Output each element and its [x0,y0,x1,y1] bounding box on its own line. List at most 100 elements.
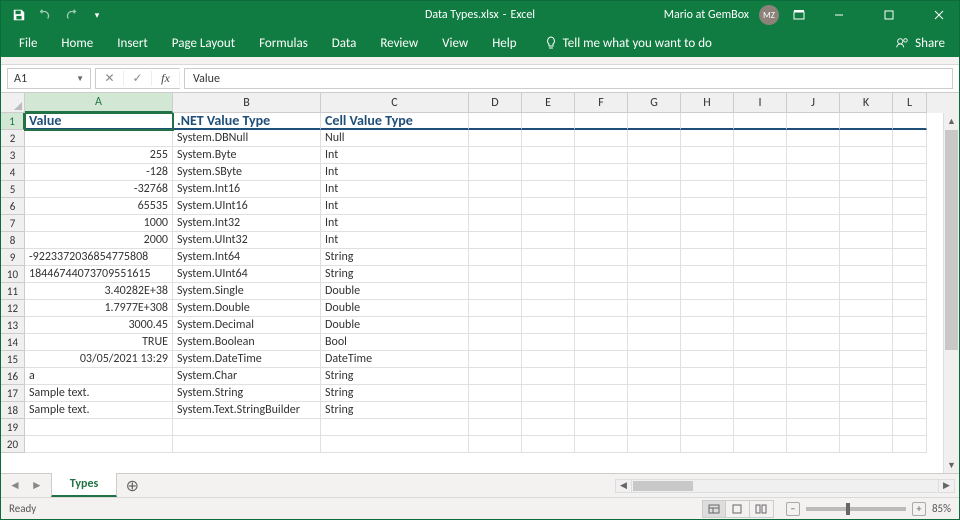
cell[interactable] [893,419,927,436]
cell[interactable] [469,419,522,436]
cell[interactable] [522,334,575,351]
cell[interactable] [681,266,734,283]
cell[interactable] [734,419,787,436]
cell[interactable] [681,198,734,215]
cell[interactable] [469,181,522,198]
cell[interactable] [734,385,787,402]
cell[interactable] [522,266,575,283]
cell[interactable] [681,215,734,232]
cell[interactable] [173,419,321,436]
cell[interactable] [787,436,840,453]
redo-icon[interactable] [63,7,79,23]
row-header[interactable]: 1 [1,113,25,130]
cell[interactable]: -32768 [25,181,173,198]
cell[interactable] [469,215,522,232]
column-header[interactable]: J [787,93,840,113]
cell[interactable] [575,232,628,249]
cell[interactable] [787,317,840,334]
cell[interactable]: System.Boolean [173,334,321,351]
cell[interactable] [575,198,628,215]
cell[interactable] [787,334,840,351]
row-header[interactable]: 15 [1,351,25,368]
cell[interactable] [575,266,628,283]
cell[interactable] [628,317,681,334]
row-header[interactable]: 5 [1,181,25,198]
cell[interactable] [840,334,893,351]
cell[interactable] [734,113,787,130]
cell[interactable] [681,147,734,164]
cell[interactable]: Int [321,181,469,198]
chevron-down-icon[interactable]: ▼ [76,74,84,84]
cell[interactable] [893,385,927,402]
cell[interactable] [522,181,575,198]
cell[interactable] [575,130,628,147]
cell[interactable] [840,215,893,232]
cell[interactable] [734,147,787,164]
cell[interactable] [893,198,927,215]
cell[interactable] [469,300,522,317]
cell[interactable] [522,130,575,147]
cell[interactable]: Int [321,215,469,232]
cell[interactable] [840,368,893,385]
cell[interactable] [734,300,787,317]
cell[interactable] [840,249,893,266]
cell[interactable] [893,334,927,351]
cell[interactable]: Null [321,130,469,147]
cell[interactable] [893,317,927,334]
cell[interactable]: String [321,266,469,283]
cell[interactable] [787,198,840,215]
cell[interactable]: -9223372036854775808 [25,249,173,266]
row-header[interactable]: 10 [1,266,25,283]
cell[interactable] [734,317,787,334]
cell[interactable] [628,232,681,249]
column-header[interactable]: C [321,93,469,113]
cell[interactable] [681,181,734,198]
cell[interactable] [522,436,575,453]
cell[interactable] [522,368,575,385]
cell[interactable] [575,147,628,164]
cell[interactable] [469,232,522,249]
cell[interactable] [893,436,927,453]
cell[interactable]: System.UInt64 [173,266,321,283]
cell[interactable] [893,300,927,317]
cell[interactable] [469,266,522,283]
cell[interactable] [469,147,522,164]
column-header[interactable]: L [893,93,927,113]
cell[interactable] [734,402,787,419]
cell[interactable] [681,385,734,402]
cell[interactable]: System.UInt16 [173,198,321,215]
cell[interactable] [628,147,681,164]
cell[interactable] [840,402,893,419]
row-header[interactable]: 20 [1,436,25,453]
column-header[interactable]: H [681,93,734,113]
cell[interactable] [522,419,575,436]
cell[interactable] [787,402,840,419]
cell[interactable] [734,232,787,249]
cell[interactable]: Bool [321,334,469,351]
tab-view[interactable]: View [430,29,480,57]
cell[interactable] [575,436,628,453]
scroll-left-icon[interactable]: ◀ [616,480,632,492]
cell[interactable] [681,113,734,130]
cell[interactable] [787,147,840,164]
cell[interactable] [681,419,734,436]
cell[interactable] [469,164,522,181]
cell[interactable]: 18446744073709551615 [25,266,173,283]
zoom-out-button[interactable]: − [786,502,800,516]
cell[interactable] [469,351,522,368]
cell[interactable]: System.DBNull [173,130,321,147]
cell[interactable] [734,266,787,283]
column-header[interactable]: F [575,93,628,113]
cell[interactable]: 3.40282E+38 [25,283,173,300]
cell[interactable] [893,147,927,164]
cell[interactable] [628,181,681,198]
cell[interactable] [840,130,893,147]
cell[interactable]: a [25,368,173,385]
cell[interactable]: 1.7977E+308 [25,300,173,317]
column-header[interactable]: D [469,93,522,113]
cell[interactable]: System.Char [173,368,321,385]
cell[interactable] [522,283,575,300]
cell[interactable] [734,334,787,351]
scroll-up-icon[interactable]: ▲ [944,113,959,129]
zoom-slider[interactable] [806,507,906,511]
